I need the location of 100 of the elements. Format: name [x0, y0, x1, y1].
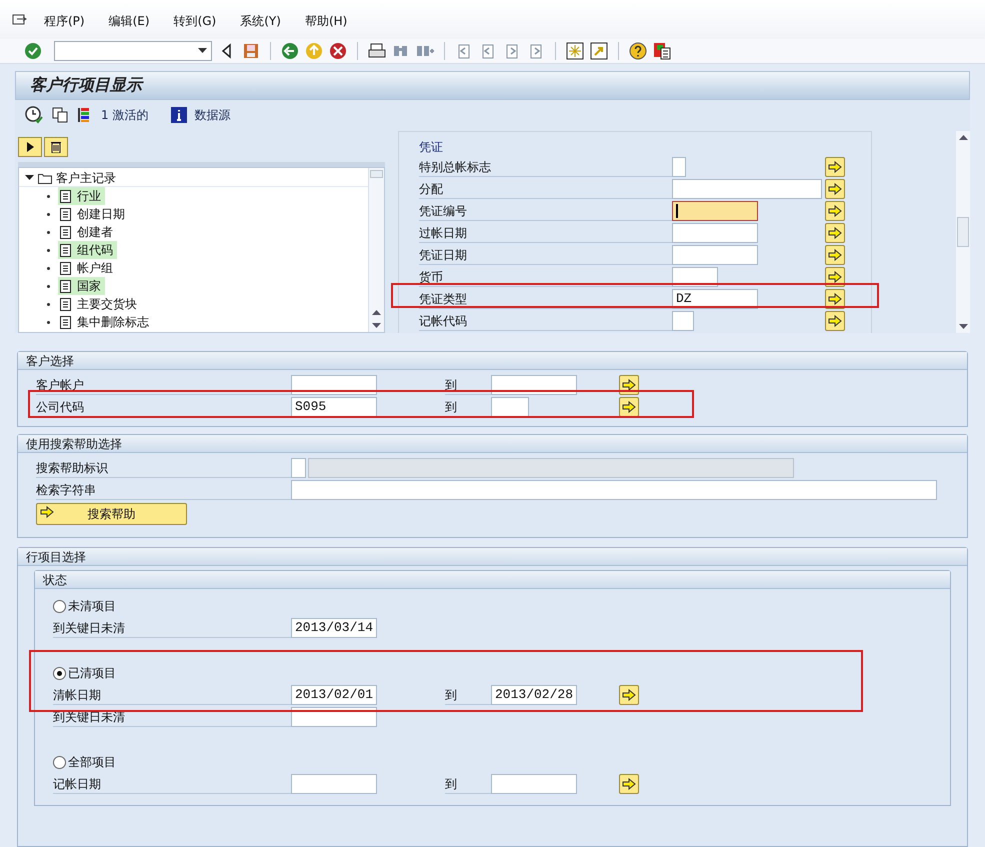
menu-item[interactable]: 程序(P): [44, 12, 85, 30]
arrow-button[interactable]: [619, 685, 639, 705]
execute-button[interactable]: [18, 137, 42, 157]
input-field[interactable]: [672, 245, 758, 265]
field-label: 清帐日期: [53, 685, 291, 705]
input-field[interactable]: [291, 458, 306, 478]
screen-title: 客户行项目显示: [30, 74, 142, 96]
tree-item[interactable]: 主要交货块: [58, 295, 141, 313]
copy-icon[interactable]: [51, 106, 69, 124]
radio-button[interactable]: [53, 666, 66, 680]
tree-item[interactable]: 客户主记录: [56, 168, 116, 186]
field-label: 特别总帐标志: [419, 157, 672, 177]
tree-item[interactable]: 集中删除标志: [58, 313, 153, 331]
toolbar-button[interactable]: 1 激活的: [101, 106, 148, 124]
new-window-icon[interactable]: [566, 42, 584, 60]
arrow-button[interactable]: [825, 289, 845, 309]
command-field[interactable]: [54, 40, 212, 61]
radio-label[interactable]: 已清项目: [68, 664, 116, 682]
arrow-button[interactable]: [825, 157, 845, 177]
document-icon: [60, 190, 71, 202]
scrollbar[interactable]: [368, 168, 384, 332]
input-field[interactable]: DZ: [672, 289, 758, 309]
scroll-thumb[interactable]: [370, 170, 383, 178]
scroll-down-icon[interactable]: [372, 323, 381, 328]
field-label: 搜索帮助标识: [36, 458, 291, 478]
arrow-button[interactable]: [825, 267, 845, 287]
input-field[interactable]: [291, 774, 377, 794]
arrow-button[interactable]: [619, 774, 639, 794]
arrow-button[interactable]: [825, 179, 845, 199]
input-field[interactable]: [672, 311, 694, 331]
section-title: 客户选择: [26, 352, 74, 370]
customize-layout-icon[interactable]: [653, 42, 671, 60]
field-label: 记帐代码: [419, 311, 672, 331]
scroll-down-icon[interactable]: [958, 324, 968, 329]
arrow-button[interactable]: [619, 375, 639, 395]
tree-item[interactable]: 创建者: [58, 223, 117, 241]
arrow-button[interactable]: [825, 223, 845, 243]
back-icon[interactable]: [281, 42, 299, 60]
input-field[interactable]: [291, 480, 937, 500]
menu-item[interactable]: 系统(Y): [240, 12, 281, 30]
section-title: 行项目选择: [26, 548, 86, 566]
help-icon[interactable]: [629, 42, 647, 60]
tree-item[interactable]: 创建日期: [58, 205, 129, 223]
scroll-thumb[interactable]: [957, 217, 969, 247]
input-field[interactable]: 2013/02/28: [491, 685, 577, 705]
shortcut-icon[interactable]: [590, 42, 608, 60]
input-field[interactable]: [291, 707, 377, 727]
arrow-button[interactable]: [825, 311, 845, 331]
scroll-up-icon[interactable]: [958, 135, 968, 140]
scroll-up-icon[interactable]: [372, 310, 381, 315]
print-icon[interactable]: [368, 42, 386, 60]
group-title: 凭证: [419, 139, 444, 156]
input-field[interactable]: [672, 223, 758, 243]
tree-item[interactable]: 行业: [58, 187, 105, 205]
expand-caret-icon[interactable]: [25, 173, 34, 182]
document-icon: [60, 280, 71, 292]
radio-label[interactable]: 全部项目: [68, 753, 116, 771]
document-icon: [60, 298, 71, 310]
input-field[interactable]: [672, 267, 718, 287]
field-label: 货币: [419, 267, 672, 287]
field-label: 凭证类型: [419, 289, 672, 309]
document-icon: [60, 262, 71, 274]
document-icon: [60, 226, 71, 238]
input-field[interactable]: 2013/03/14: [291, 618, 377, 638]
menu-item[interactable]: 转到(G): [174, 12, 216, 30]
radio-label[interactable]: 未清项目: [68, 597, 116, 615]
field-label: 凭证日期: [419, 245, 672, 265]
info-icon[interactable]: [170, 106, 188, 124]
input-field[interactable]: [672, 179, 822, 199]
tree-item[interactable]: 国家: [58, 277, 105, 295]
input-field[interactable]: [491, 774, 577, 794]
tree-item[interactable]: 帐户组: [58, 259, 117, 277]
input-field[interactable]: [491, 397, 529, 417]
menu-item[interactable]: 帮助(H): [304, 12, 348, 30]
search-help-button[interactable]: 搜索帮助: [36, 503, 187, 525]
toolbar-button[interactable]: 数据源: [194, 106, 230, 124]
radio-button[interactable]: [53, 600, 66, 612]
delete-button[interactable]: [44, 137, 68, 157]
arrow-button[interactable]: [619, 397, 639, 417]
menu-item[interactable]: 编辑(E): [108, 12, 150, 30]
input-field[interactable]: [491, 375, 577, 395]
field-label: 客户帐户: [36, 375, 291, 395]
radio-button[interactable]: [53, 756, 66, 768]
cancel-icon[interactable]: [329, 42, 347, 60]
document-icon: [60, 208, 71, 220]
enter-icon[interactable]: [24, 42, 42, 60]
folder-icon: [38, 172, 52, 184]
save-icon[interactable]: [242, 42, 260, 60]
field-label: 凭证编号: [419, 201, 672, 221]
tree-item[interactable]: 组代码: [58, 241, 117, 259]
arrow-button[interactable]: [825, 245, 845, 265]
input-field[interactable]: 2013/02/01: [291, 685, 377, 705]
input-field[interactable]: S095: [291, 397, 377, 417]
input-field[interactable]: [672, 157, 686, 177]
input-field[interactable]: [672, 201, 758, 221]
arrow-button[interactable]: [825, 201, 845, 221]
input-field[interactable]: [291, 375, 377, 395]
scrollbar[interactable]: [956, 131, 970, 333]
clock-icon[interactable]: [25, 106, 43, 124]
section-title: 使用搜索帮助选择: [26, 436, 122, 452]
